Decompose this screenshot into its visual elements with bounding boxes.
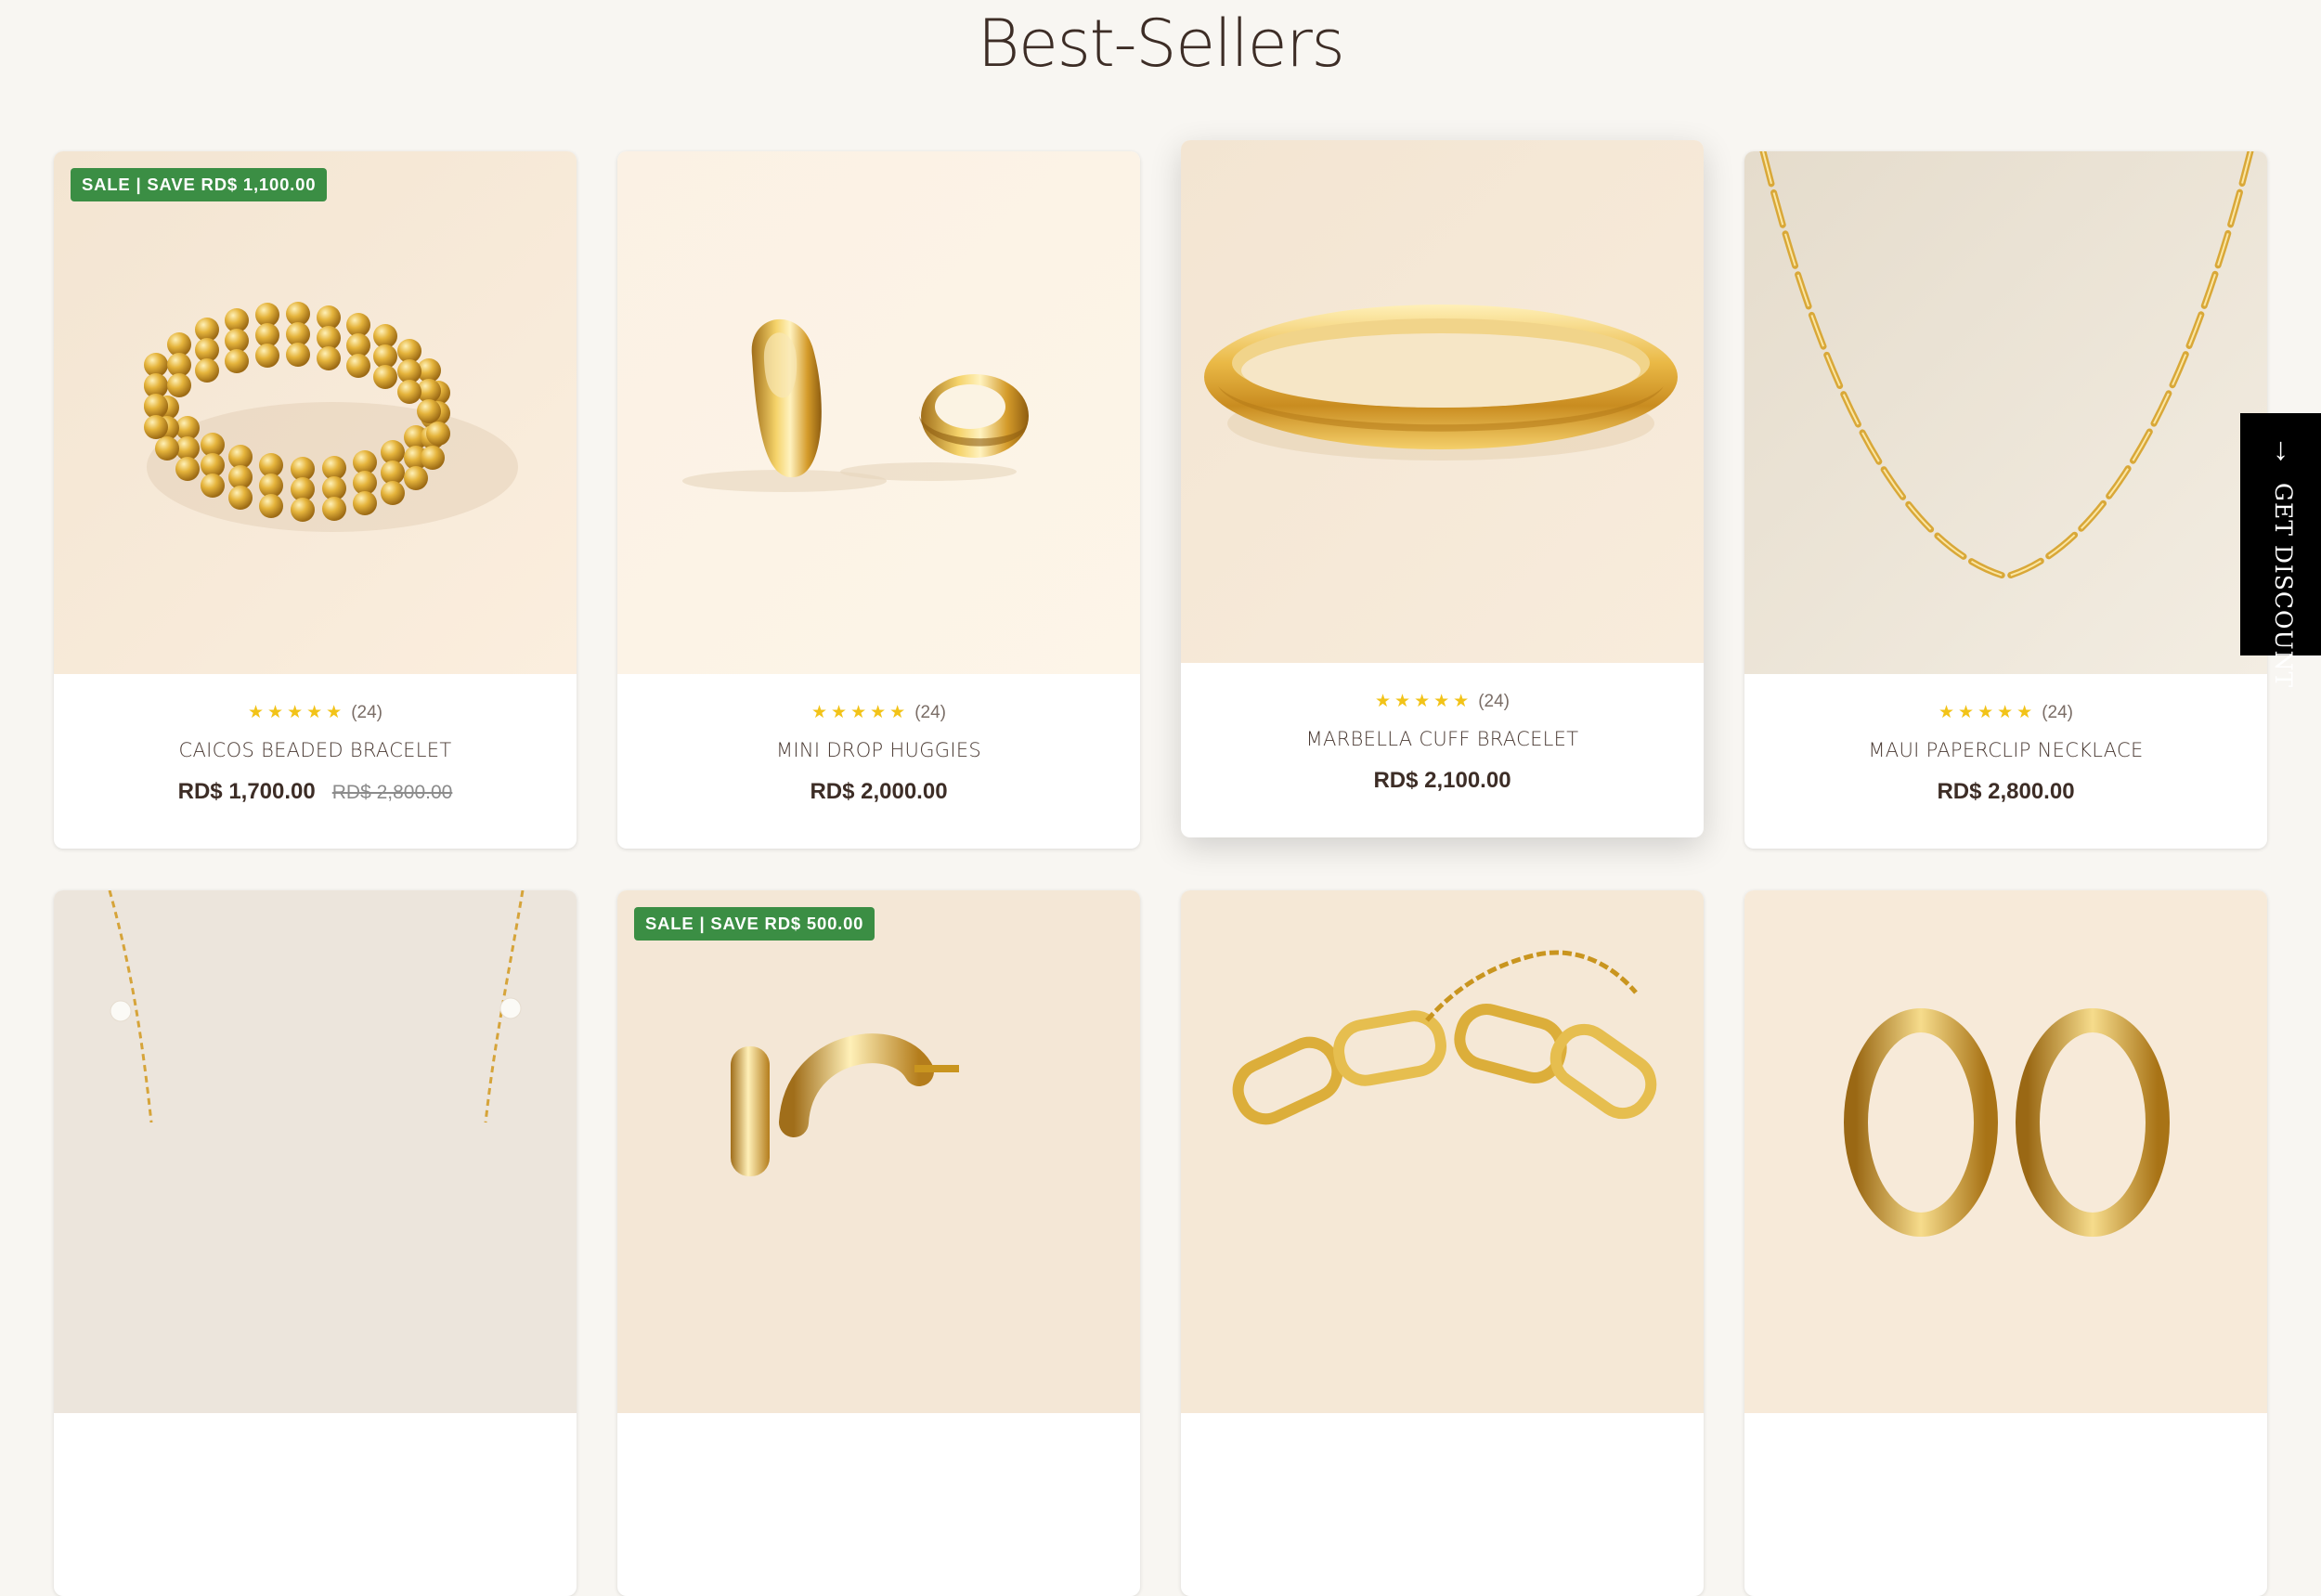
product-info: ★★★★★ (24) MARBELLA CUFF BRACELET RD$ 2,1… [1181, 663, 1704, 837]
rating: ★★★★★ (24) [617, 702, 1140, 723]
price: RD$ 2,100.00 [1373, 768, 1511, 793]
product-card-pearl-necklace[interactable] [54, 890, 577, 1596]
product-image-pearl-necklace[interactable] [54, 890, 577, 1413]
product-image-huggies[interactable] [617, 151, 1140, 674]
product-card-chunky-hoops[interactable] [1744, 890, 2267, 1596]
huggie-earrings-photo [617, 151, 1140, 674]
paperclip-necklace-photo [1744, 151, 2267, 674]
cuff-bracelet-photo [1181, 140, 1704, 663]
arrow-down-icon: ↓ [2273, 432, 2289, 467]
review-count: (24) [1478, 692, 1510, 711]
product-card-mini-drop[interactable]: ★★★★★ (24) MINI DROP HUGGIES RD$ 2,000.00 [617, 151, 1140, 849]
star-rating-icon: ★★★★★ [248, 703, 346, 722]
review-count: (24) [914, 703, 946, 722]
price-row: RD$ 1,700.00 RD$ 2,800.00 [54, 779, 577, 805]
review-count: (24) [351, 703, 383, 722]
compare-price: RD$ 2,800.00 [331, 782, 453, 803]
product-name[interactable]: MAUI PAPERCLIP NECKLACE [1744, 739, 2267, 761]
product-name[interactable]: CAICOS BEADED BRACELET [54, 739, 577, 761]
beaded-bracelet-photo [54, 151, 577, 674]
product-card-hoops[interactable]: SALE | SAVE RD$ 500.00 [617, 890, 1140, 1596]
get-discount-tab[interactable]: ↓ GET DISCOUNT [2240, 413, 2321, 688]
product-card-caicos[interactable]: SALE | SAVE RD$ 1,100.00 ★★★★★ (24) CAICO… [54, 151, 577, 849]
product-info: ★★★★★ (24) MINI DROP HUGGIES RD$ 2,000.00 [617, 674, 1140, 849]
price-row: RD$ 2,800.00 [1744, 779, 2267, 805]
product-name[interactable]: MARBELLA CUFF BRACELET [1181, 728, 1704, 750]
section-title: Best-Sellers [977, 6, 1345, 82]
product-image-necklace[interactable] [1744, 151, 2267, 674]
product-image-chunky-hoops[interactable] [1744, 890, 2267, 1413]
product-image-cuff[interactable] [1181, 140, 1704, 663]
product-card-marbella[interactable]: ★★★★★ (24) MARBELLA CUFF BRACELET RD$ 2,1… [1181, 140, 1704, 837]
product-image-chain-bracelet[interactable] [1181, 890, 1704, 1413]
product-name[interactable]: MINI DROP HUGGIES [617, 739, 1140, 761]
hoop-earrings-photo [617, 890, 1140, 1413]
price: RD$ 2,000.00 [810, 779, 948, 804]
price-row: RD$ 2,100.00 [1181, 768, 1704, 794]
price-row: RD$ 2,000.00 [617, 779, 1140, 805]
rating: ★★★★★ (24) [54, 702, 577, 723]
star-rating-icon: ★★★★★ [811, 703, 910, 722]
sale-price: RD$ 1,700.00 [177, 779, 316, 804]
review-count: (24) [2042, 703, 2073, 722]
product-card-chain-bracelet[interactable] [1181, 890, 1704, 1596]
product-image-hoops[interactable] [617, 890, 1140, 1413]
chain-bracelet-photo [1181, 890, 1704, 1413]
star-rating-icon: ★★★★★ [1938, 703, 2037, 722]
product-info: ★★★★★ (24) MAUI PAPERCLIP NECKLACE RD$ 2,… [1744, 674, 2267, 849]
price: RD$ 2,800.00 [1937, 779, 2075, 804]
product-image-beaded-bracelet[interactable] [54, 151, 577, 674]
rating: ★★★★★ (24) [1181, 691, 1704, 712]
star-rating-icon: ★★★★★ [1375, 692, 1473, 711]
product-card-maui[interactable]: ★★★★★ (24) MAUI PAPERCLIP NECKLACE RD$ 2,… [1744, 151, 2267, 849]
product-info: ★★★★★ (24) CAICOS BEADED BRACELET RD$ 1,7… [54, 674, 577, 849]
get-discount-label: GET DISCOUNT [2270, 483, 2297, 689]
rating: ★★★★★ (24) [1744, 702, 2267, 723]
chunky-hoops-photo [1744, 890, 2267, 1413]
sale-badge: SALE | SAVE RD$ 1,100.00 [71, 168, 328, 201]
pearl-necklace-photo [54, 890, 577, 1413]
sale-badge: SALE | SAVE RD$ 500.00 [634, 907, 875, 941]
